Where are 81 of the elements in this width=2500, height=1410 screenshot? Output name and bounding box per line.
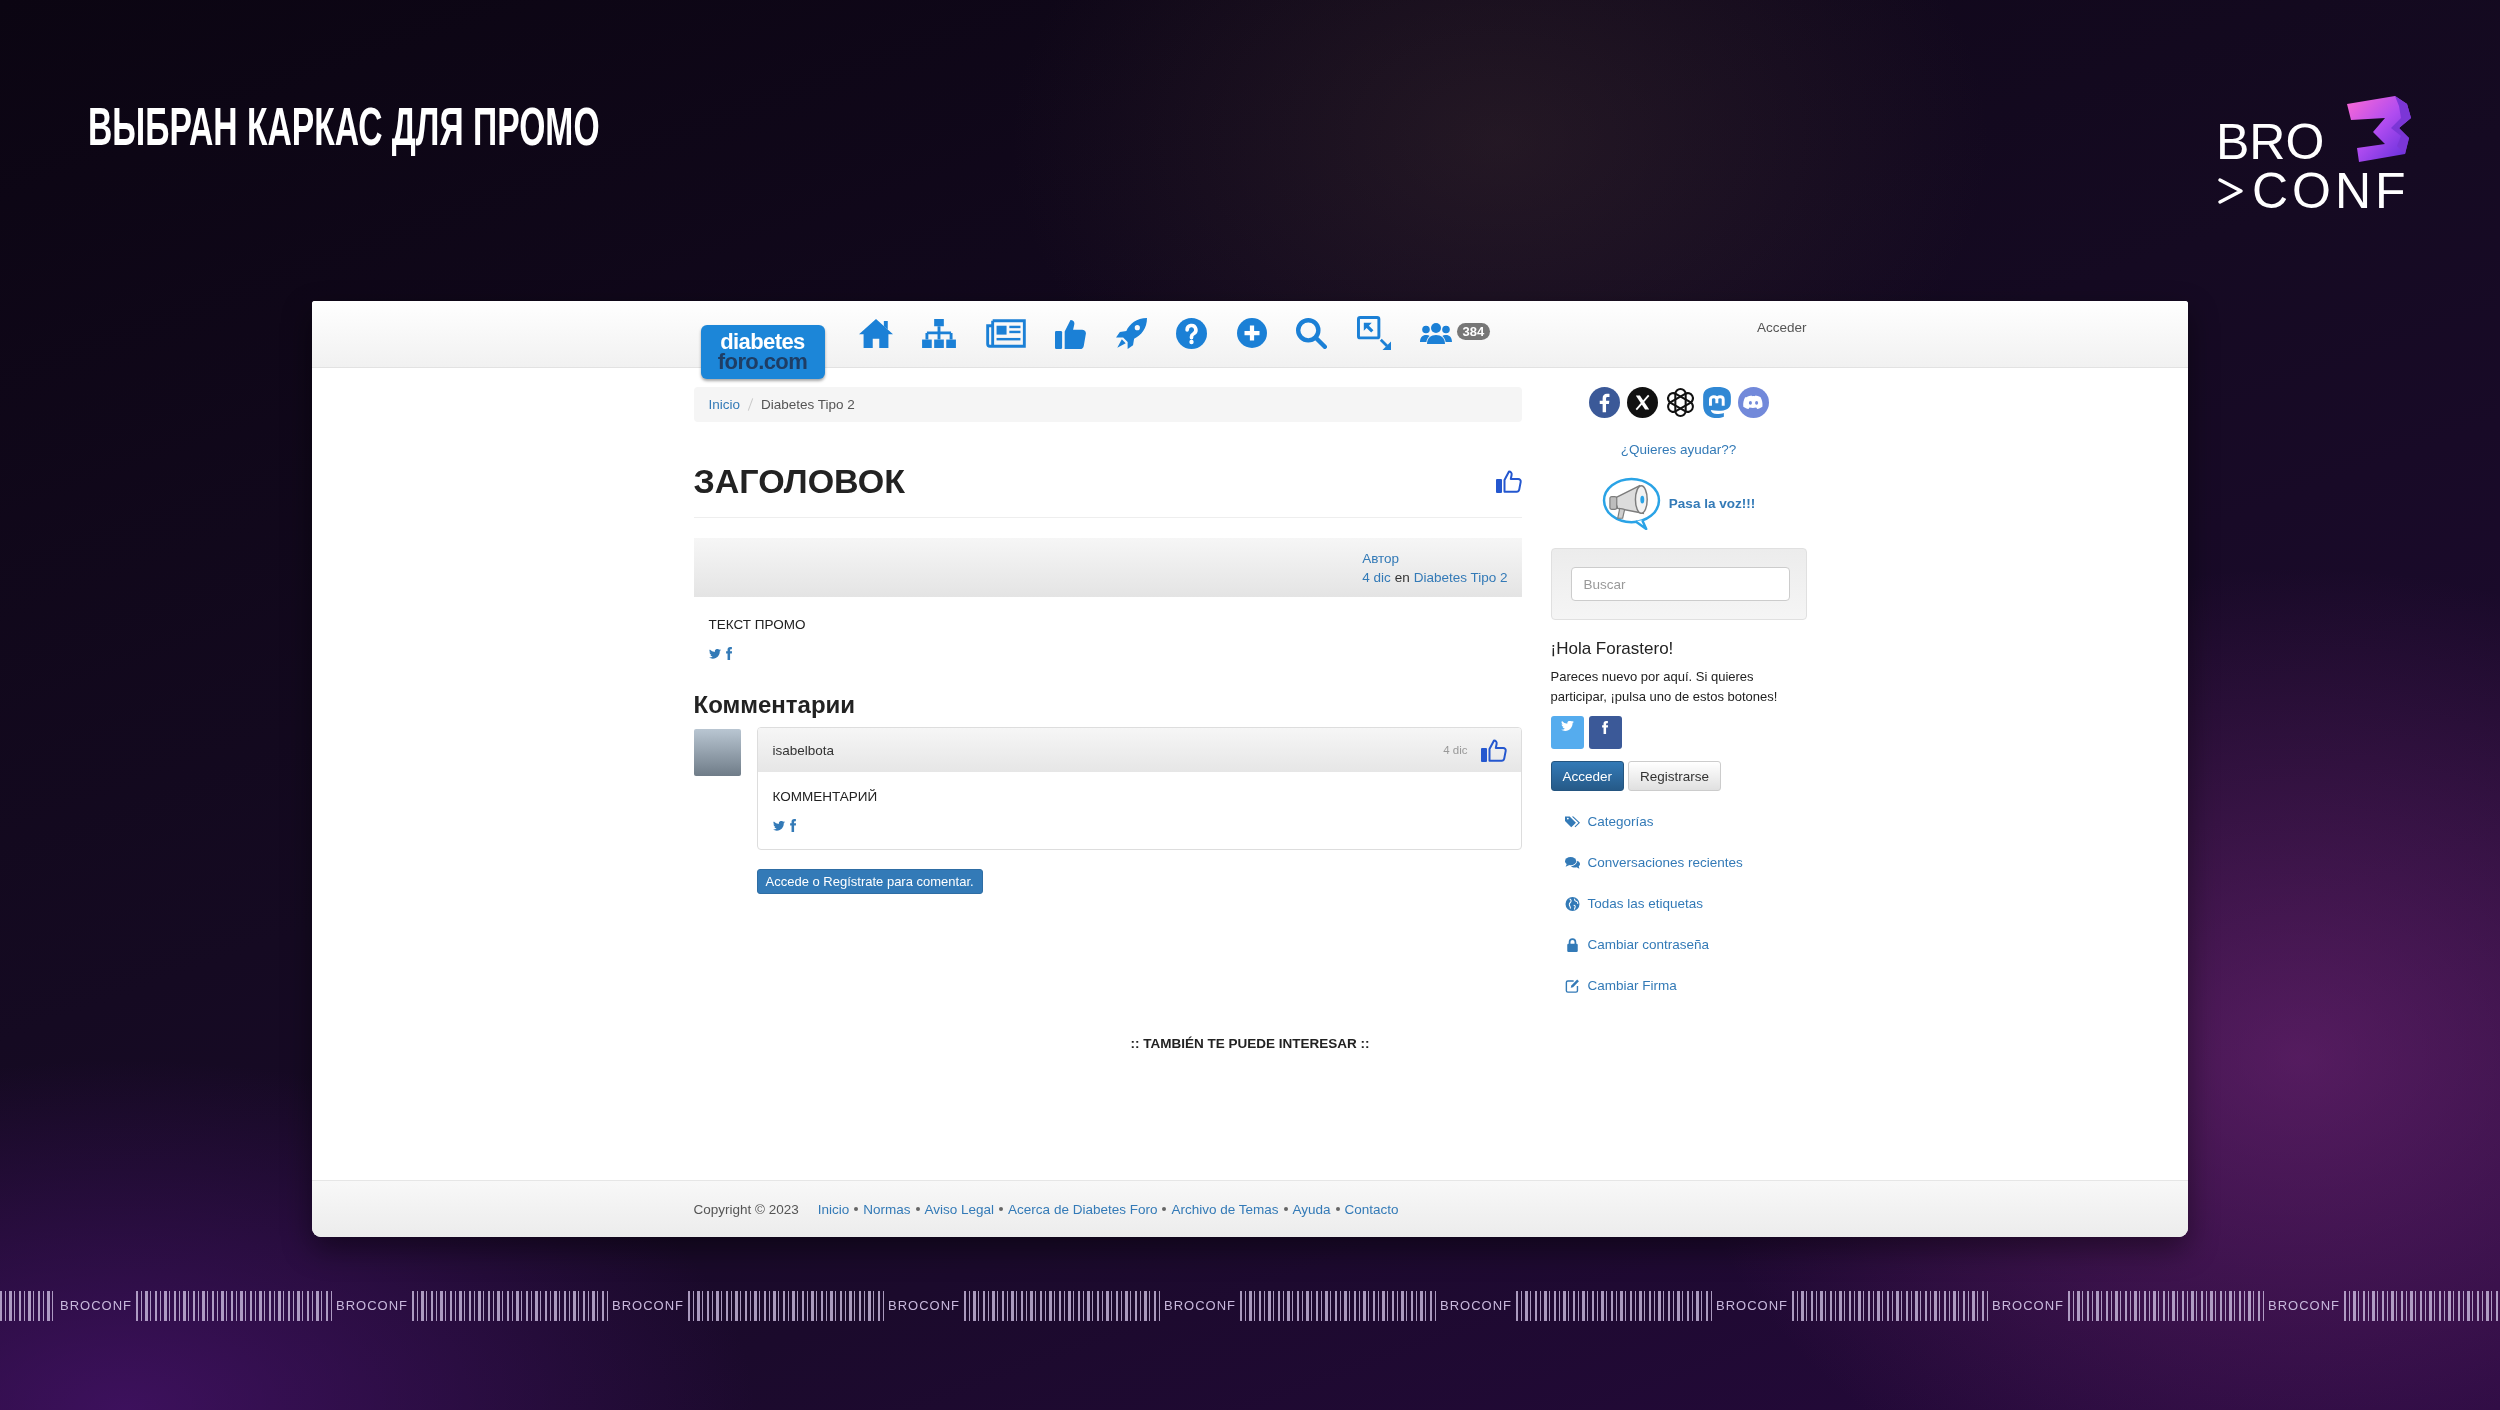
footer-link[interactable]: Aviso Legal [924, 1201, 995, 1217]
breadcrumb-current: Diabetes Tipo 2 [761, 397, 855, 412]
search-icon[interactable] [1296, 317, 1327, 349]
twitter-bird-icon [1560, 721, 1574, 731]
users-icon[interactable] [1420, 322, 1452, 344]
photo-placeholder [693, 729, 741, 776]
breadcrumb-link[interactable]: Inicio [708, 397, 740, 412]
newspaper-icon[interactable] [985, 318, 1026, 348]
login-button[interactable]: Acceder [1550, 761, 1625, 791]
knot-logo-icon[interactable] [1664, 387, 1696, 418]
lock-icon [1564, 937, 1580, 952]
sidebar-link[interactable]: Cambiar Firma [1587, 978, 1677, 993]
footer-link[interactable]: Acerca de Diabetes Foro [1008, 1201, 1158, 1217]
intro-text: Pareces nuevo por aquí. Si quieres participar, ¡pulsa uno de estos botones! [1550, 668, 1779, 706]
footer-link[interactable]: Contacto [1344, 1201, 1399, 1217]
category-link[interactable]: Diabetes Tipo 2 [1413, 567, 1508, 587]
sidebar-link[interactable]: Todas las etiquetas [1587, 896, 1704, 911]
comment-button[interactable]: Accede o Regístrate para comentar. [756, 869, 983, 894]
logo-text: CONF [2252, 166, 2410, 216]
comment-author: isabelbota [772, 742, 835, 758]
cube-logo-icon [2345, 96, 2411, 162]
rocket-icon[interactable] [1115, 317, 1147, 349]
chevron-icon [2216, 176, 2246, 206]
twitter-bird-icon[interactable] [772, 820, 785, 831]
ticker-label: BROCONF [59, 1297, 133, 1315]
sidebar-link[interactable]: Cambiar contraseña [1587, 937, 1710, 952]
facebook-f-icon [1602, 721, 1608, 734]
twitter-bird-icon[interactable] [708, 648, 721, 659]
footer-link[interactable]: Archivo de Temas [1171, 1201, 1279, 1217]
megaphone-icon[interactable] [1601, 477, 1661, 530]
author-link[interactable]: Автор [1362, 548, 1508, 568]
comments-icon [1564, 855, 1580, 870]
edit-icon [1564, 978, 1580, 993]
thumbs-up-icon[interactable] [1480, 738, 1507, 762]
ticker-label: BROCONF [2267, 1297, 2341, 1315]
post-text: ТЕКСТ ПРОМО [708, 616, 807, 634]
facebook-button[interactable] [1588, 716, 1622, 749]
comment-text: КОММЕНТАРИЙ [772, 788, 879, 806]
meta-text: en [1394, 568, 1410, 587]
copyright-text: Copyright © 2023 [693, 1201, 799, 1217]
thumbs-up-icon[interactable] [1055, 317, 1086, 349]
ticker-label: BROCONF [335, 1297, 409, 1315]
discord-icon[interactable] [1737, 387, 1769, 418]
register-button[interactable]: Registrarse [1628, 761, 1722, 791]
facebook-icon[interactable] [1588, 387, 1620, 418]
x-logo-icon[interactable] [1626, 387, 1658, 418]
comments-heading: Комментарии [693, 690, 857, 720]
comment-date: 4 dic [1443, 744, 1468, 756]
ticker-label: BROCONF [1991, 1297, 2065, 1315]
ticker-label: BROCONF [1163, 1297, 1237, 1315]
share-link[interactable]: Pasa la voz!!! [1668, 496, 1756, 511]
post-title: ЗАГОЛОВОК [693, 461, 905, 501]
count-badge: 384 [1456, 322, 1491, 340]
help-link[interactable]: ¿Quieres ayudar?? [1620, 442, 1737, 457]
site-logo[interactable]: diabetes foro.com [700, 325, 825, 379]
expand-icon[interactable] [1356, 316, 1391, 350]
thumbs-up-icon[interactable] [1495, 469, 1522, 493]
tags-icon [1564, 814, 1580, 829]
related-heading: :: TAMBIÉN TE PUEDE INTERESAR :: [1130, 1036, 1370, 1051]
globe-icon [1564, 896, 1580, 911]
footer-link[interactable]: Inicio [817, 1201, 850, 1217]
ticker-label: BROCONF [611, 1297, 685, 1315]
login-link[interactable]: Acceder [1756, 320, 1807, 335]
sitemap-icon[interactable] [922, 318, 956, 348]
plus-icon[interactable] [1236, 318, 1267, 348]
search-field[interactable]: Buscar [1570, 567, 1790, 601]
facebook-f-icon[interactable] [789, 819, 796, 832]
logo-text: BRO [2216, 117, 2325, 167]
ticker-label: BROCONF [1439, 1297, 1513, 1315]
date-link[interactable]: 4 dic [1362, 567, 1391, 587]
mastodon-icon[interactable] [1702, 387, 1731, 418]
home-icon[interactable] [858, 318, 893, 348]
greeting-heading: ¡Hola Forastero! [1550, 638, 1675, 660]
ticker-label: BROCONF [1715, 1297, 1789, 1315]
ticker-label: BROCONF [887, 1297, 961, 1315]
footer-link[interactable]: Ayuda [1292, 1201, 1331, 1217]
sidebar-link[interactable]: Conversaciones recientes [1587, 855, 1743, 870]
footer-link[interactable]: Normas [863, 1201, 911, 1217]
help-icon[interactable] [1176, 317, 1207, 349]
sidebar-link[interactable]: Categorías [1587, 814, 1654, 829]
facebook-f-icon[interactable] [725, 647, 732, 660]
